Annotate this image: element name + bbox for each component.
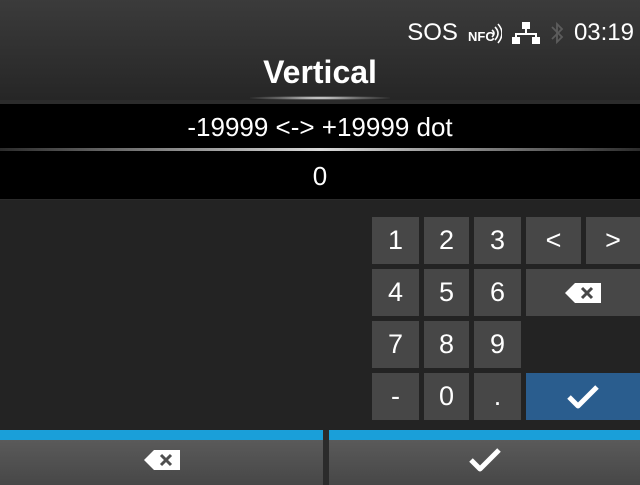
key-1[interactable]: 1 (372, 217, 419, 264)
sos-indicator: SOS (407, 19, 458, 46)
key-9[interactable]: 9 (474, 321, 521, 368)
confirm-button[interactable] (329, 440, 640, 485)
key-0[interactable]: 0 (424, 373, 469, 420)
enter-key[interactable] (526, 373, 640, 420)
cursor-right-key[interactable]: > (586, 217, 640, 264)
header: SOS NFC 03:19 Vertical (0, 0, 640, 100)
bluetooth-icon (550, 20, 564, 46)
key-3[interactable]: 3 (474, 217, 521, 264)
cancel-button[interactable] (0, 440, 323, 485)
range-row: -19999 <-> +19999 dot (0, 104, 640, 148)
svg-text:NFC: NFC (468, 29, 495, 44)
status-bar: SOS NFC 03:19 (407, 16, 634, 50)
page-title: Vertical (263, 54, 377, 90)
minus-key[interactable]: - (372, 373, 419, 420)
cursor-left-key[interactable]: < (526, 217, 581, 264)
confirm-accent-bar (329, 430, 640, 440)
keypad-area: 1 2 3 < > 4 5 6 7 8 9 - 0 . (0, 200, 640, 430)
value-field[interactable]: 0 (0, 151, 640, 199)
key-8[interactable]: 8 (424, 321, 469, 368)
checkmark-icon (566, 384, 600, 410)
range-label: -19999 <-> +19999 dot (187, 112, 453, 142)
key-7[interactable]: 7 (372, 321, 419, 368)
key-5[interactable]: 5 (424, 269, 469, 316)
checkmark-icon (468, 447, 502, 478)
cancel-accent-bar (0, 430, 323, 440)
backspace-icon (143, 450, 180, 475)
backspace-icon (565, 282, 601, 303)
nfc-icon: NFC (468, 21, 502, 45)
title-underline-glow (250, 96, 390, 100)
key-2[interactable]: 2 (424, 217, 469, 264)
backspace-key[interactable] (526, 269, 640, 316)
decimal-point-key[interactable]: . (474, 373, 521, 420)
network-icon (511, 21, 540, 45)
screen: SOS NFC 03:19 Vertical -19999 <-> +19999… (0, 0, 640, 485)
key-4[interactable]: 4 (372, 269, 419, 316)
clock: 03:19 (573, 19, 634, 46)
value-input-text: 0 (312, 161, 328, 191)
key-6[interactable]: 6 (474, 269, 521, 316)
